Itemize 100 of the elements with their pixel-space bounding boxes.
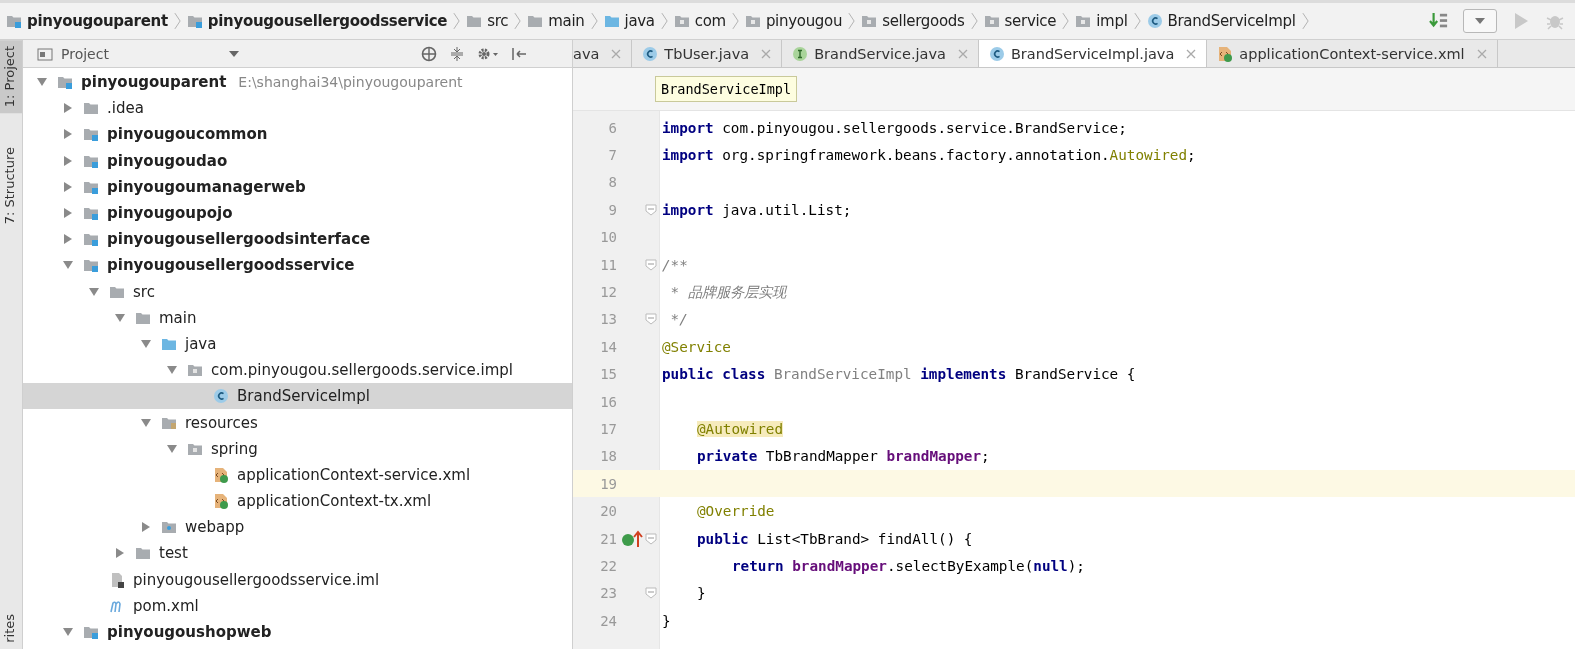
- folder-icon: [83, 257, 99, 274]
- tree-item[interactable]: spring: [23, 435, 572, 462]
- breadcrumb-item[interactable]: BrandServiceImpl: [1146, 12, 1296, 30]
- line-number: 21: [599, 529, 618, 549]
- breadcrumb-item[interactable]: com: [673, 12, 726, 30]
- line-number: 19: [599, 474, 618, 494]
- collapsed-arrow-icon[interactable]: [115, 548, 125, 559]
- collapsed-arrow-icon[interactable]: [63, 103, 73, 114]
- breadcrumb-item[interactable]: src: [466, 12, 509, 30]
- editor-tab[interactable]: ava: [573, 40, 633, 67]
- caret-icon[interactable]: [229, 50, 239, 57]
- tree-item[interactable]: pom.xml: [23, 592, 572, 619]
- tool-window-tab[interactable]: rites: [0, 608, 22, 649]
- expanded-arrow-icon[interactable]: [37, 77, 47, 88]
- folder-icon: [83, 624, 99, 641]
- target-icon[interactable]: [421, 45, 437, 62]
- folder-icon: [135, 545, 151, 562]
- tree-item[interactable]: pinyougoushopweb: [23, 618, 572, 646]
- caret-icon: [1475, 18, 1485, 24]
- breadcrumb-item[interactable]: pinyougouparent: [6, 12, 168, 30]
- tree-item[interactable]: applicationContext-tx.xml: [23, 488, 572, 515]
- line-number: 7: [607, 146, 618, 166]
- line-number: 8: [607, 173, 618, 193]
- editor-breadcrumb[interactable]: BrandServiceImpl: [655, 76, 798, 102]
- collapsed-arrow-icon[interactable]: [63, 234, 73, 245]
- fold-marker-icon[interactable]: [645, 258, 657, 271]
- editor-tab[interactable]: TbUser.java: [632, 40, 783, 67]
- expanded-arrow-icon[interactable]: [63, 260, 73, 271]
- sort-icon[interactable]: [1429, 12, 1449, 30]
- folder-icon: [83, 205, 99, 222]
- expanded-arrow-icon[interactable]: [141, 338, 151, 349]
- tool-window-tab[interactable]: 7: Structure: [0, 141, 22, 231]
- fold-marker-icon[interactable]: [645, 203, 657, 216]
- tree-item[interactable]: BrandServiceImpl: [23, 383, 572, 410]
- tree-item[interactable]: pinyougouparent E:\shanghai34\pinyougouparent: [23, 69, 572, 96]
- tree-item[interactable]: applicationContext-service.xml: [23, 461, 572, 488]
- tree-item[interactable]: src: [23, 278, 572, 305]
- tree-item[interactable]: .idea: [23, 95, 572, 122]
- breadcrumb-item[interactable]: sellergoods: [861, 12, 965, 30]
- chevron-icon: [848, 11, 856, 31]
- code-line: return brandMapper.selectByExample(null);: [731, 557, 1085, 574]
- tree-item[interactable]: webapp: [23, 514, 572, 541]
- tree-item[interactable]: resources: [23, 409, 572, 436]
- collapsed-arrow-icon[interactable]: [63, 181, 73, 192]
- close-icon[interactable]: [611, 48, 622, 59]
- line-number: 9: [607, 200, 618, 220]
- breadcrumb-item[interactable]: pinyougou: [744, 12, 843, 30]
- tree-item[interactable]: pinyougoumanagerweb: [23, 173, 572, 200]
- breadcrumb-item[interactable]: service: [983, 12, 1057, 30]
- expanded-arrow-icon[interactable]: [63, 627, 73, 638]
- tree-item[interactable]: test: [23, 540, 572, 567]
- close-icon[interactable]: [1186, 48, 1197, 59]
- tree-item[interactable]: com.pinyougou.sellergoods.service.impl: [23, 357, 572, 384]
- fold-marker-icon[interactable]: [645, 313, 657, 326]
- dropdown-button[interactable]: [1463, 9, 1497, 33]
- breadcrumb-item[interactable]: pinyougousellergoodsservice: [186, 12, 448, 30]
- close-icon[interactable]: [761, 48, 772, 59]
- implements-marker-icon[interactable]: [621, 529, 643, 548]
- expanded-arrow-icon[interactable]: [115, 312, 125, 323]
- folder-icon: [161, 519, 177, 536]
- collapsed-arrow-icon[interactable]: [63, 155, 73, 166]
- expanded-arrow-icon[interactable]: [167, 443, 177, 454]
- code-line: }: [696, 585, 706, 602]
- collapsed-arrow-icon[interactable]: [63, 208, 73, 219]
- line-number: 20: [599, 502, 618, 522]
- class-icon: [642, 45, 659, 62]
- code-line: */: [669, 311, 688, 328]
- hide-icon[interactable]: [511, 45, 527, 62]
- tree-item[interactable]: pinyougoupojo: [23, 199, 572, 227]
- tool-window-tab[interactable]: 1: Project: [0, 40, 22, 114]
- line-number: 22: [599, 556, 618, 576]
- code-line: public List<TbBrand> findAll() {: [696, 530, 973, 547]
- expanded-arrow-icon[interactable]: [141, 417, 151, 428]
- collapse-icon[interactable]: [449, 45, 465, 62]
- tree-item[interactable]: main: [23, 304, 572, 331]
- folder-icon: [187, 362, 203, 379]
- breadcrumb-item[interactable]: java: [603, 12, 655, 30]
- line-number: 10: [599, 228, 618, 248]
- folder-icon: [186, 13, 203, 29]
- expanded-arrow-icon[interactable]: [89, 286, 99, 297]
- collapsed-arrow-icon[interactable]: [141, 522, 151, 533]
- folder-icon: [603, 13, 620, 29]
- tree-item[interactable]: pinyougousellergoodsservice: [23, 252, 572, 279]
- expanded-arrow-icon[interactable]: [167, 365, 177, 376]
- close-icon[interactable]: [1476, 48, 1487, 59]
- collapsed-arrow-icon[interactable]: [63, 129, 73, 140]
- tree-item[interactable]: pinyougoudao: [23, 147, 572, 174]
- breadcrumb-item[interactable]: impl: [1075, 12, 1128, 30]
- chevron-icon: [1133, 11, 1141, 31]
- tree-item[interactable]: pinyougousellergoodsservice.iml: [23, 566, 572, 593]
- fold-marker-icon[interactable]: [645, 587, 657, 600]
- tree-item[interactable]: pinyougoucommon: [23, 121, 572, 148]
- tree-item[interactable]: pinyougousellergoodsinterface: [23, 226, 572, 253]
- editor-tab[interactable]: BrandService.java: [782, 40, 979, 67]
- close-icon[interactable]: [957, 48, 968, 59]
- editor-tab[interactable]: BrandServiceImpl.java: [978, 40, 1208, 67]
- editor-tab[interactable]: applicationContext-service.xml: [1207, 40, 1498, 67]
- tree-item[interactable]: java: [23, 330, 572, 358]
- fold-marker-icon[interactable]: [645, 532, 657, 545]
- breadcrumb-item[interactable]: main: [527, 12, 585, 30]
